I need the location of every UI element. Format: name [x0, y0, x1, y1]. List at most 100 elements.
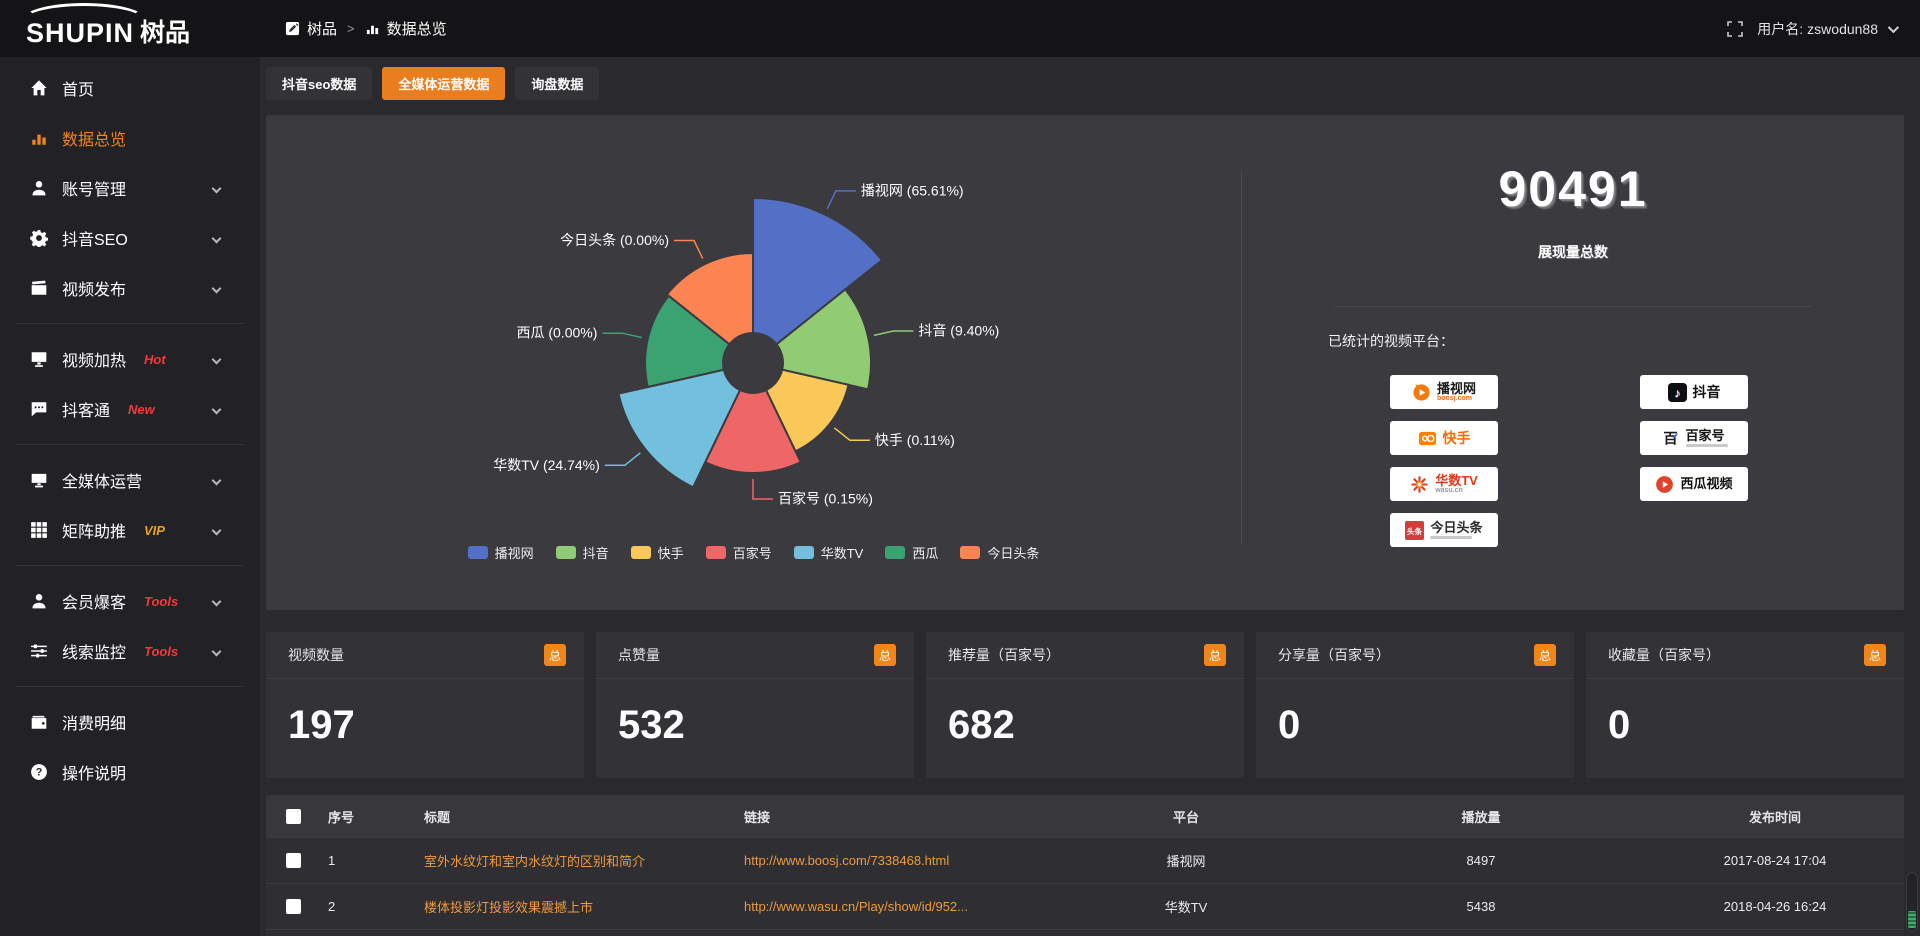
legend-label: 播视网 [495, 543, 534, 562]
stat-card-点赞量: 点赞量总532 [596, 632, 914, 778]
pie-label-抖音: 抖音 (9.40%) [918, 323, 999, 339]
pie-label-line [605, 453, 641, 466]
pie-label-播视网: 播视网 (65.61%) [861, 182, 964, 198]
sidebar-item-label: 视频发布 [62, 276, 126, 300]
stat-card-分享量（百家号）: 分享量（百家号）总0 [1256, 632, 1574, 778]
tab-询盘数据[interactable]: 询盘数据 [515, 67, 599, 100]
summary-section: 90491 展现量总数 已统计的视频平台： 播视网boosj.com快手华数TV… [1242, 115, 1904, 610]
pie-label-line [753, 479, 773, 499]
chevron-down-icon [212, 404, 222, 414]
table-cell: 1 [320, 853, 416, 868]
platform-chip-tagline [1430, 536, 1472, 539]
pie-label-line [674, 241, 703, 259]
pie-slice-华数TV[interactable] [619, 370, 741, 488]
legend-item-抖音[interactable]: 抖音 [556, 543, 609, 562]
total-impressions-value: 90491 [1242, 160, 1904, 218]
breadcrumb: 树品 > 数据总览 [285, 0, 447, 57]
monitor-icon [30, 471, 48, 489]
wallet-icon [30, 713, 48, 731]
total-badge[interactable]: 总 [874, 644, 896, 666]
legend-item-播视网[interactable]: 播视网 [468, 543, 534, 562]
total-badge[interactable]: 总 [1204, 644, 1226, 666]
chart-icon [30, 129, 48, 147]
sidebar-badge-Hot: Hot [144, 352, 166, 367]
legend-label: 华数TV [821, 543, 864, 562]
sidebar-item-视频发布[interactable]: 视频发布 [0, 263, 260, 313]
user-menu[interactable]: 用户名: zswodun88 [1757, 19, 1896, 39]
home-icon [30, 79, 48, 97]
sidebar-item-抖客通[interactable]: 抖客通New [0, 384, 260, 434]
total-badge[interactable]: 总 [1864, 644, 1886, 666]
sidebar-item-操作说明[interactable]: ?操作说明 [0, 747, 260, 797]
pie-label-今日头条: 今日头条 (0.00%) [560, 232, 669, 248]
table-cell: 华数TV [1056, 897, 1316, 916]
platform-chip-name: 快手 [1443, 431, 1471, 446]
row-checkbox[interactable] [286, 899, 301, 914]
legend-item-西瓜[interactable]: 西瓜 [885, 543, 938, 562]
chevron-down-icon [212, 354, 222, 364]
breadcrumb-home[interactable]: 树品 [285, 18, 337, 39]
video-url-link[interactable]: http://www.wasu.cn/Play/show/id/952... [736, 899, 1056, 914]
chevron-down-icon [212, 646, 222, 656]
total-badge[interactable]: 总 [1534, 644, 1556, 666]
legend-label: 西瓜 [912, 543, 938, 562]
stat-card-value: 0 [1586, 679, 1904, 748]
table-cell: 8497 [1316, 853, 1646, 868]
legend-item-快手[interactable]: 快手 [631, 543, 684, 562]
tab-抖音seo数据[interactable]: 抖音seo数据 [266, 67, 372, 100]
table-cell: 2018-04-26 16:24 [1646, 899, 1904, 914]
sidebar-item-label: 全媒体运营 [62, 468, 142, 492]
sidebar-item-账号管理[interactable]: 账号管理 [0, 163, 260, 213]
video-url-link[interactable]: http://www.boosj.com/7338468.html [736, 853, 1056, 868]
scrollbar[interactable] [1906, 872, 1918, 932]
chevron-down-icon [212, 596, 222, 606]
platform-chip-快手: 快手 [1390, 421, 1498, 455]
logo-arc-decoration [22, 3, 146, 37]
table-header-平台: 平台 [1056, 807, 1316, 826]
sidebar-item-全媒体运营[interactable]: 全媒体运营 [0, 455, 260, 505]
video-title-link[interactable]: 楼体投影灯投影效果震撼上市 [416, 897, 736, 916]
breadcrumb-current[interactable]: 数据总览 [365, 18, 447, 39]
video-title-link[interactable]: 室外水纹灯和室内水纹灯的区别和简介 [416, 851, 736, 870]
sidebar-item-视频加热[interactable]: 视频加热Hot [0, 334, 260, 384]
tab-全媒体运营数据[interactable]: 全媒体运营数据 [382, 67, 505, 100]
platform-chip-播视网: 播视网boosj.com [1390, 375, 1498, 409]
sidebar-item-label: 首页 [62, 76, 94, 100]
legend-swatch [885, 546, 905, 559]
legend-item-今日头条[interactable]: 今日头条 [960, 543, 1039, 562]
sidebar-item-数据总览[interactable]: 数据总览 [0, 113, 260, 163]
platform-chip-name: 抖音 [1693, 385, 1721, 400]
total-badge[interactable]: 总 [544, 644, 566, 666]
select-all-checkbox[interactable] [286, 809, 301, 824]
svg-text:百: 百 [1663, 430, 1677, 447]
sidebar-item-线索监控[interactable]: 线索监控Tools [0, 626, 260, 676]
legend-label: 抖音 [583, 543, 609, 562]
sidebar-item-矩阵助推[interactable]: 矩阵助推VIP [0, 505, 260, 555]
user-area: 用户名: zswodun88 [1727, 0, 1896, 57]
platform-chips-right: ♪♪♪抖音百百家号西瓜视频 [1640, 375, 1748, 501]
breadcrumb-label: 数据总览 [387, 18, 447, 39]
sidebar-item-消费明细[interactable]: 消费明细 [0, 697, 260, 747]
sidebar-item-会员爆客[interactable]: 会员爆客Tools [0, 576, 260, 626]
fullscreen-icon[interactable] [1727, 21, 1743, 37]
legend-item-百家号[interactable]: 百家号 [706, 543, 772, 562]
sidebar-item-抖音SEO[interactable]: 抖音SEO [0, 213, 260, 263]
chevron-down-icon [212, 475, 222, 485]
pie-label-line [834, 428, 870, 441]
stat-card-label: 收藏量（百家号） [1608, 645, 1720, 665]
breadcrumb-separator: > [347, 21, 355, 36]
platform-chip-华数TV: 华数TVwasu.cn [1390, 467, 1498, 501]
sidebar-item-首页[interactable]: 首页 [0, 63, 260, 113]
heat-icon [30, 350, 48, 368]
pie-label-line [827, 191, 856, 209]
platform-chip-subtext: boosj.com [1437, 395, 1472, 402]
rose-pie-chart[interactable]: 播视网 (65.61%)抖音 (9.40%)快手 (0.11%)百家号 (0.1… [266, 115, 1241, 555]
scrollbar-thumb[interactable] [1908, 911, 1916, 928]
legend-label: 百家号 [733, 543, 772, 562]
wasu-icon [1410, 475, 1429, 494]
chat-icon [30, 400, 48, 418]
row-checkbox[interactable] [286, 853, 301, 868]
legend-item-华数TV[interactable]: 华数TV [794, 543, 864, 562]
svg-text:头条: 头条 [1407, 525, 1423, 535]
legend-swatch [556, 546, 576, 559]
